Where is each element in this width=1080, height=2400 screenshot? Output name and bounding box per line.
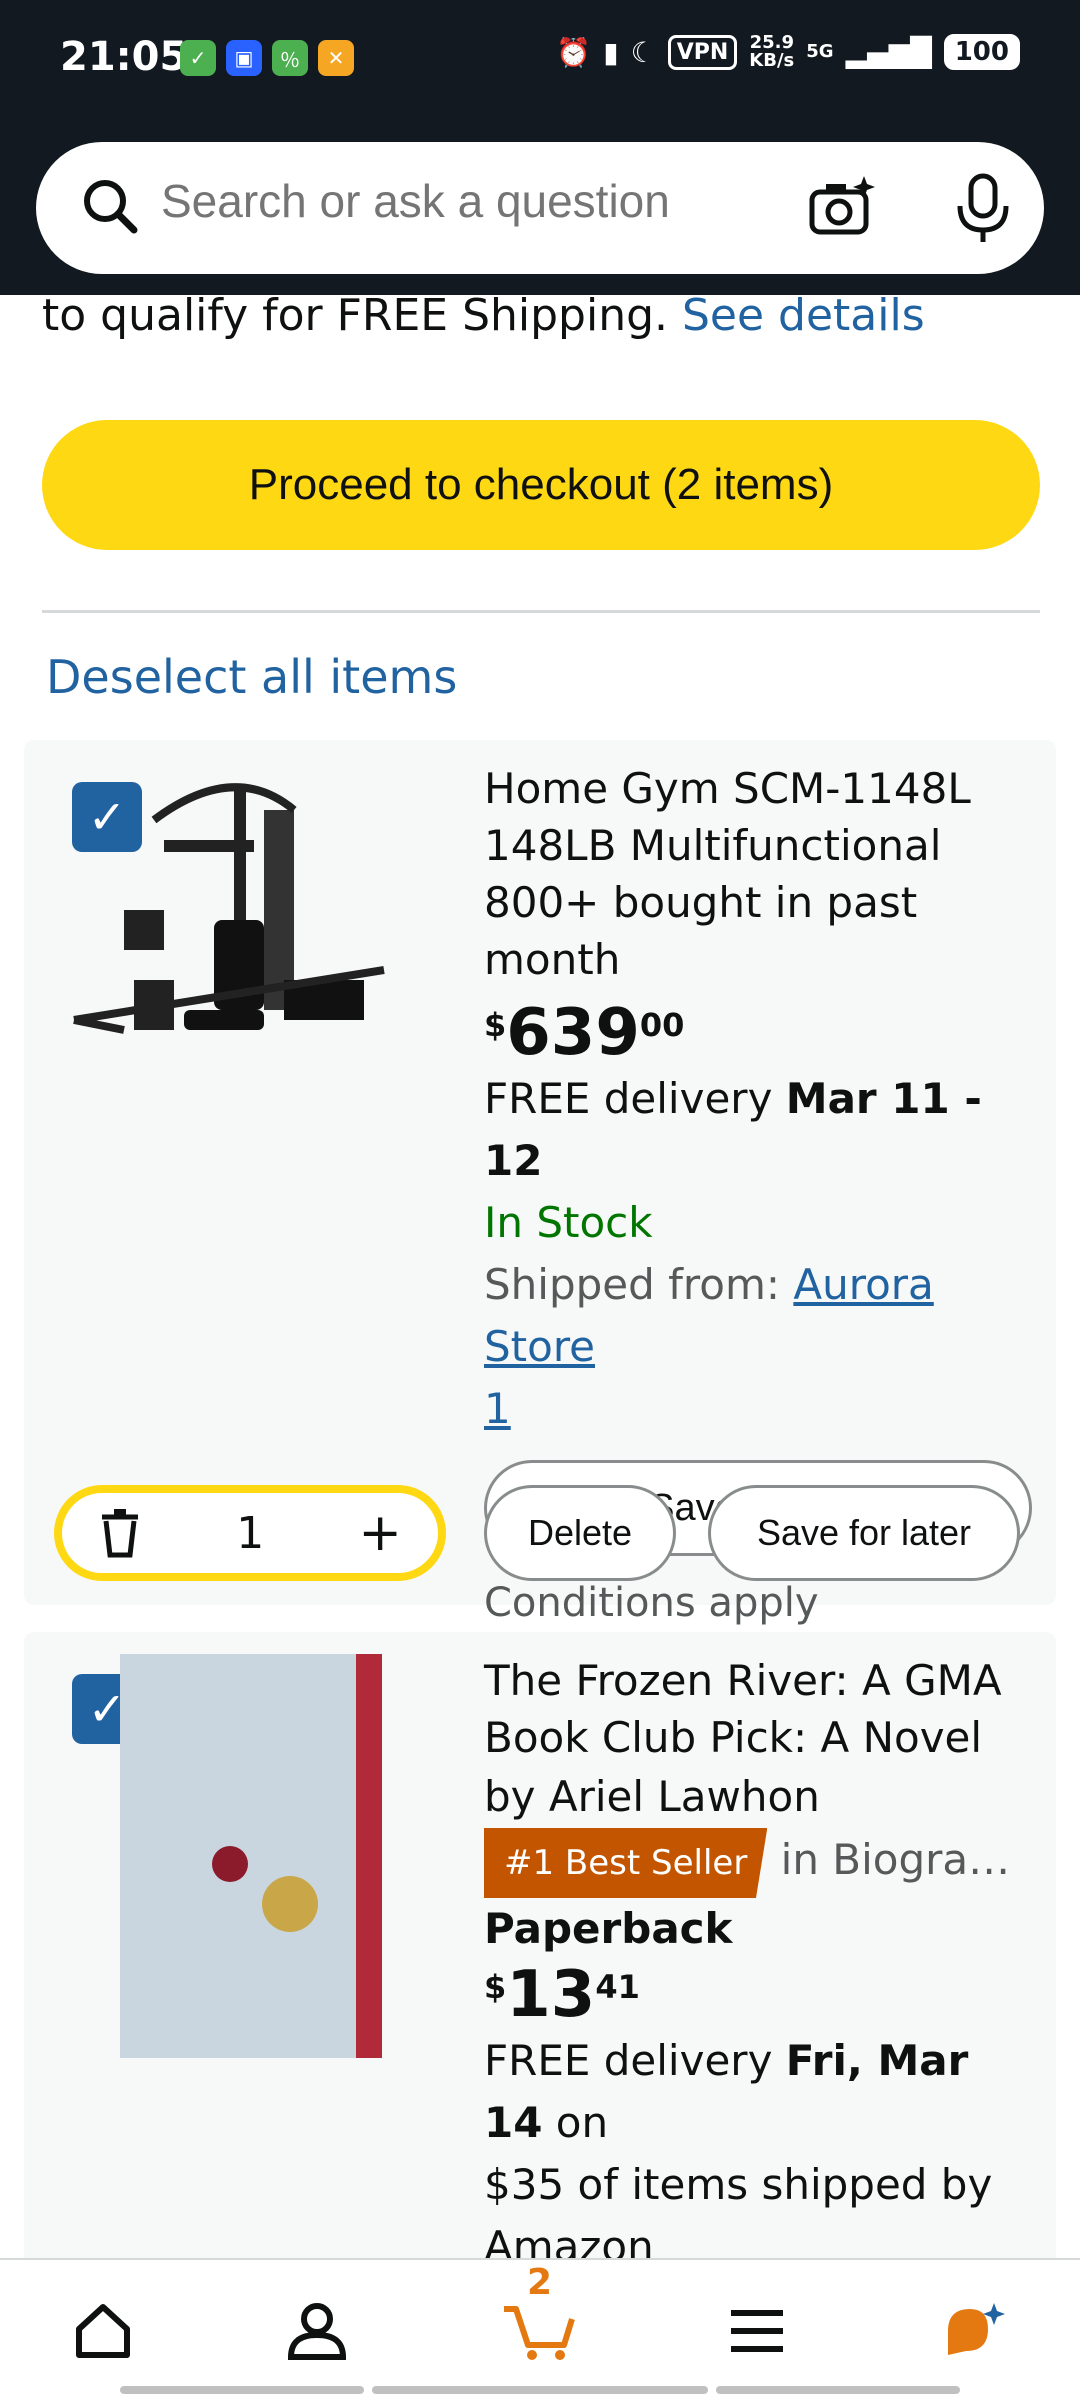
delete-button[interactable]: Delete [484,1485,676,1581]
alarm-icon: ⏰ [556,35,592,69]
home-gym-product-image[interactable] [64,760,474,1040]
battery-indicator: 100 [943,34,1020,70]
nav-account[interactable] [272,2286,362,2376]
vibrate-icon: ▮ [603,35,619,69]
status-bar: 21:05 ✓ ▣ ％ ✕ ⏰ ▮ ☾ VPN 25.9 KB/s 5G ▂▄▆█… [0,0,1080,120]
delivery-info: FREE delivery Mar 11 - 12 [484,1074,982,1185]
store-link-line2[interactable]: 1 [484,1378,1036,1440]
shipped-from: Shipped from: Aurora Store [484,1260,934,1371]
cart-item-card: ✓ Home Gym SCM-1148L 148LB Multifunction… [24,740,1056,1626]
save-for-later-button[interactable]: Save for later [708,1485,1020,1581]
quantity-value: 1 [236,1507,265,1559]
status-indicators: ⏰ ▮ ☾ VPN 25.9 KB/s 5G ▂▄▆█ 100 [556,34,1020,70]
nav-rufus[interactable] [928,2286,1018,2376]
header [0,120,1080,295]
notification-app-icon: ✕ [318,40,354,76]
cart-count: 2 [527,2262,553,2303]
best-seller-category[interactable]: in Biogra… [767,1835,1011,1884]
moon-icon: ☾ [630,35,656,69]
menu-icon[interactable] [725,2303,789,2359]
cart-icon[interactable] [500,2299,580,2363]
stock-status: In Stock [484,1198,653,1247]
nav-home[interactable] [58,2286,148,2376]
delivery-info: FREE delivery Fri, Mar 14 on [484,2036,969,2147]
microphone-icon[interactable] [948,170,1018,246]
item-info: The Frozen River: A GMA Book Club Pick: A… [484,1652,1036,2278]
camera-search-icon[interactable] [804,170,880,246]
gesture-bar [120,2386,364,2394]
see-details-link[interactable]: See details [682,290,925,341]
product-author: by Ariel Lawhon [484,1772,820,1821]
proceed-to-checkout-button[interactable]: Proceed to checkout (2 items) [42,420,1040,550]
search-input[interactable] [161,174,781,228]
divider [42,610,1040,613]
product-format: Paperback [484,1904,733,1953]
product-price: $13 41 [484,1958,640,2032]
notification-app-icon: ％ [272,40,308,76]
notification-app-icon: ✓ [180,40,216,76]
free-shipping-text: to qualify for FREE Shipping. [42,290,682,341]
free-shipping-notice: to qualify for FREE Shipping. See detail… [42,290,925,341]
bought-count: 800+ bought in past month [484,878,918,984]
product-title[interactable]: Home Gym SCM-1148L 148LB Multifunctional… [484,760,1036,874]
quantity-stepper: 1 + [54,1485,446,1581]
frozen-river-book-cover-image[interactable] [120,1654,382,2058]
conditions-apply: Conditions apply [484,1580,819,1626]
best-seller-row: #1 Best Seller in Biogra… [484,1828,1036,1898]
bottom-navigation: 2 [0,2258,1080,2400]
account-icon[interactable] [285,2299,349,2363]
notification-app-icon: ▣ [226,40,262,76]
deselect-all-link[interactable]: Deselect all items [46,650,457,704]
product-price: $639 00 [484,996,685,1070]
network-speed: 25.9 KB/s [749,32,795,71]
signal-icon: ▂▄▆█ [845,35,932,69]
vpn-badge: VPN [667,34,738,70]
plus-icon[interactable]: + [358,1503,402,1563]
trash-icon[interactable] [98,1507,142,1559]
rufus-icon[interactable] [938,2299,1008,2363]
nav-menu[interactable] [712,2286,802,2376]
search-icon[interactable] [76,172,146,242]
gesture-bar [716,2386,960,2394]
delivery-info-line2: $35 of items shipped by [484,2160,993,2209]
home-icon[interactable] [71,2299,135,2363]
search-bar[interactable] [36,142,1044,274]
product-title[interactable]: The Frozen River: A GMA Book Club Pick: A… [484,1652,1036,1766]
status-app-icons: ✓ ▣ ％ ✕ [180,40,354,76]
best-seller-badge: #1 Best Seller [484,1828,768,1898]
nav-cart[interactable]: 2 [495,2262,585,2376]
status-time: 21:05 [60,34,188,80]
gesture-bar [372,2386,708,2394]
network-type: 5G [806,41,834,62]
